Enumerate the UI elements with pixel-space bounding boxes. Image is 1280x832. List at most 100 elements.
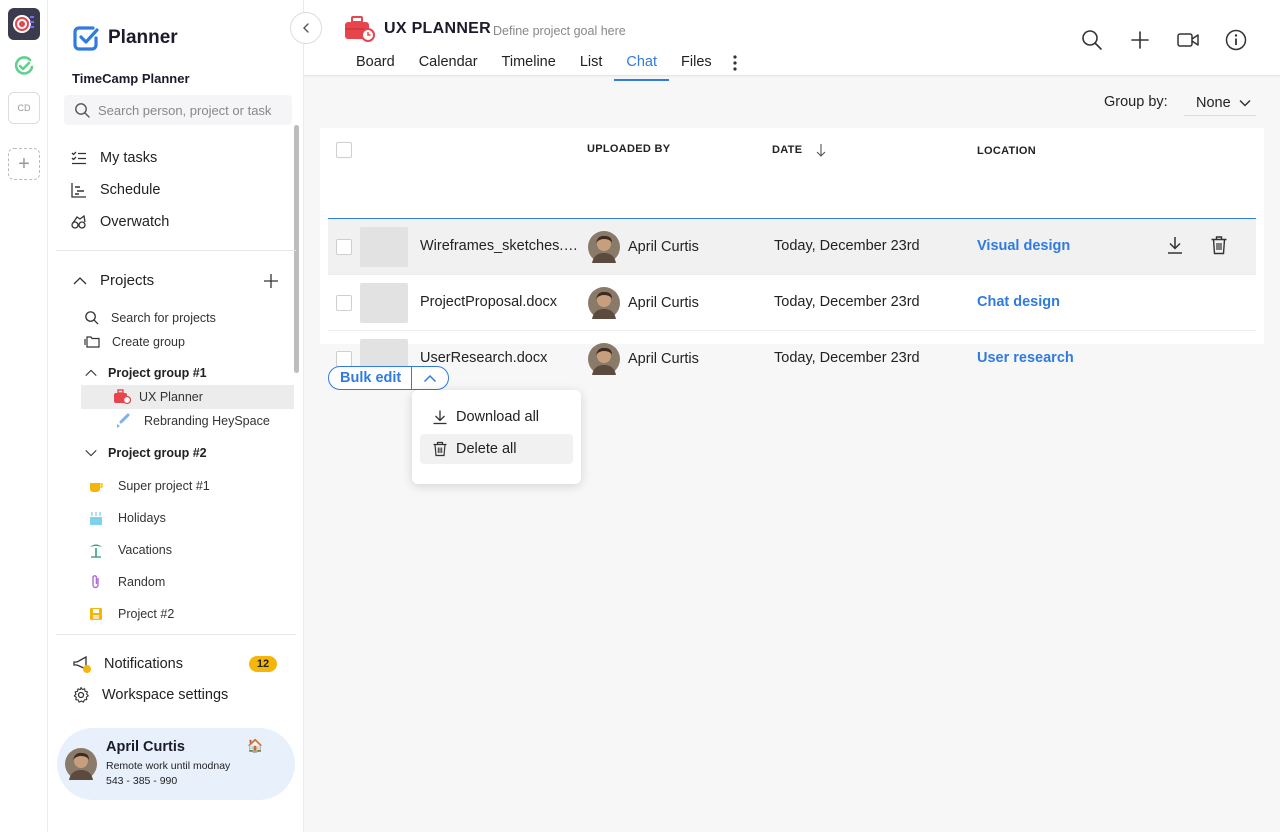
search-projects-label: Search for projects bbox=[111, 310, 216, 325]
avatar bbox=[588, 287, 620, 319]
notifications-link[interactable]: Notifications bbox=[72, 654, 183, 674]
tab-board[interactable]: Board bbox=[344, 50, 407, 81]
project-rebranding-heyspace[interactable]: Rebranding HeySpace bbox=[114, 413, 270, 429]
table-row[interactable]: UserResearch.docx April Curtis Today, De… bbox=[328, 331, 1256, 387]
file-location-link[interactable]: Visual design bbox=[977, 238, 1070, 254]
planner-logo[interactable]: Planner bbox=[72, 24, 178, 52]
tab-list[interactable]: List bbox=[568, 50, 615, 81]
more-tabs-button[interactable] bbox=[724, 50, 746, 81]
row-checkbox[interactable] bbox=[336, 295, 352, 311]
column-location[interactable]: LOCATION bbox=[977, 145, 1036, 157]
column-date[interactable]: DATE bbox=[772, 143, 826, 157]
project-group-2[interactable]: Project group #2 bbox=[84, 446, 207, 460]
info-button[interactable] bbox=[1224, 28, 1248, 52]
row-checkbox[interactable] bbox=[336, 239, 352, 255]
user-status: Remote work until modnay bbox=[106, 760, 231, 772]
delete-file-button[interactable] bbox=[1210, 235, 1228, 260]
projects-label: Projects bbox=[100, 272, 155, 289]
files-table: UPLOADED BY DATE LOCATION Wireframes_ske… bbox=[320, 128, 1264, 379]
tab-timeline[interactable]: Timeline bbox=[490, 50, 568, 81]
table-row[interactable]: ProjectProposal.docx April Curtis Today,… bbox=[328, 275, 1256, 331]
project-goal[interactable]: Define project goal here bbox=[493, 24, 626, 38]
collapse-sidebar-button[interactable] bbox=[290, 12, 322, 44]
file-location-link[interactable]: User research bbox=[977, 350, 1074, 366]
nav-label: My tasks bbox=[100, 150, 158, 166]
avatar bbox=[65, 748, 97, 780]
trash-icon bbox=[1211, 236, 1227, 255]
group-by-select[interactable]: None bbox=[1184, 90, 1256, 116]
sidebar-search[interactable] bbox=[64, 95, 292, 125]
project-vacations[interactable]: Vacations bbox=[88, 542, 172, 558]
add-button[interactable] bbox=[1128, 28, 1152, 52]
project-holidays[interactable]: Holidays bbox=[88, 510, 166, 526]
more-vertical-icon bbox=[733, 55, 737, 71]
add-workspace-button[interactable]: + bbox=[8, 148, 40, 180]
add-project-button[interactable] bbox=[262, 272, 280, 295]
info-icon bbox=[1225, 29, 1247, 51]
chevron-up-icon bbox=[424, 374, 437, 382]
file-location-link[interactable]: Chat design bbox=[977, 294, 1060, 310]
search-icon bbox=[1082, 30, 1102, 50]
sidebar-divider bbox=[56, 634, 296, 635]
column-uploaded-by[interactable]: UPLOADED BY bbox=[587, 143, 670, 155]
sidebar-scrollbar[interactable] bbox=[294, 125, 299, 373]
sidebar-search-input[interactable] bbox=[98, 102, 278, 118]
gantt-icon bbox=[71, 183, 86, 198]
project-super-project-1[interactable]: Super project #1 bbox=[88, 478, 210, 494]
trash-icon bbox=[433, 441, 447, 457]
brush-icon bbox=[117, 413, 130, 428]
create-group-link[interactable]: Create group bbox=[84, 334, 185, 349]
download-icon bbox=[1168, 237, 1182, 254]
projects-section-toggle[interactable]: Projects bbox=[72, 272, 154, 289]
project-random[interactable]: Random bbox=[88, 574, 165, 590]
tab-chat[interactable]: Chat bbox=[614, 50, 670, 81]
search-button[interactable] bbox=[1080, 28, 1104, 52]
gear-icon bbox=[73, 686, 89, 703]
notifications-badge: 12 bbox=[249, 656, 277, 672]
file-name[interactable]: ProjectProposal.docx bbox=[420, 294, 580, 310]
search-projects-link[interactable]: Search for projects bbox=[84, 310, 216, 325]
project-group-1[interactable]: Project group #1 bbox=[84, 366, 207, 380]
video-call-button[interactable] bbox=[1176, 28, 1200, 52]
project-label: UX Planner bbox=[139, 390, 203, 404]
user-profile-card[interactable]: April Curtis 🏠 Remote work until modnay … bbox=[57, 728, 295, 800]
floppy-icon bbox=[90, 608, 102, 620]
project-ux-planner[interactable]: UX Planner bbox=[81, 385, 294, 409]
chevron-up-icon bbox=[85, 369, 97, 377]
download-all-menu-item[interactable]: Download all bbox=[420, 402, 573, 432]
file-date: Today, December 23rd bbox=[774, 294, 920, 310]
select-all-checkbox[interactable] bbox=[336, 142, 352, 158]
project-label: Project #2 bbox=[118, 607, 175, 621]
download-file-button[interactable] bbox=[1166, 235, 1184, 260]
cd-workspace[interactable]: CD bbox=[8, 92, 40, 124]
project-label: Vacations bbox=[118, 543, 172, 557]
file-thumbnail[interactable] bbox=[360, 227, 408, 267]
chevron-up-icon bbox=[73, 276, 87, 284]
tab-calendar[interactable]: Calendar bbox=[407, 50, 490, 81]
house-icon: 🏠 bbox=[247, 738, 264, 753]
nav-my-tasks[interactable]: My tasks bbox=[70, 149, 157, 167]
table-row[interactable]: Wireframes_sketches.pdf April Curtis Tod… bbox=[328, 219, 1256, 275]
timecamp-workspace[interactable] bbox=[8, 50, 40, 82]
workspace-switcher[interactable] bbox=[8, 8, 40, 40]
file-name[interactable]: UserResearch.docx bbox=[420, 350, 580, 366]
file-name[interactable]: Wireframes_sketches.pdf bbox=[420, 238, 580, 254]
row-checkbox[interactable] bbox=[336, 351, 352, 367]
delete-all-menu-item[interactable]: Delete all bbox=[420, 434, 573, 464]
tab-files[interactable]: Files bbox=[669, 50, 724, 81]
search-icon bbox=[75, 103, 90, 118]
nav-schedule[interactable]: Schedule bbox=[70, 181, 160, 199]
download-all-label: Download all bbox=[456, 409, 540, 425]
folder-icon bbox=[84, 336, 100, 348]
nav-overwatch[interactable]: Overwatch bbox=[70, 213, 169, 231]
workspace-settings-link[interactable]: Workspace settings bbox=[72, 686, 228, 704]
bulk-edit-menu: Download all Delete all bbox=[412, 390, 581, 484]
project-project-2[interactable]: Project #2 bbox=[88, 606, 174, 622]
project-title: UX PLANNER bbox=[384, 20, 492, 37]
bulk-edit-button[interactable]: Bulk edit bbox=[329, 367, 413, 389]
project-label: Holidays bbox=[118, 511, 166, 525]
file-thumbnail[interactable] bbox=[360, 283, 408, 323]
project-title-wrap: UX PLANNER bbox=[344, 16, 491, 42]
avatar bbox=[588, 231, 620, 263]
bulk-edit-toggle[interactable] bbox=[412, 367, 448, 389]
